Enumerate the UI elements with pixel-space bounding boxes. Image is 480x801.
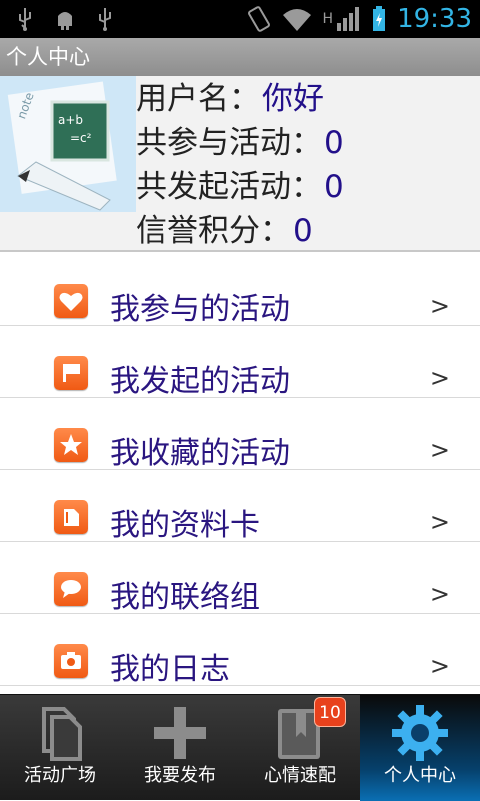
wifi-icon: [282, 9, 311, 31]
clock: 19:33: [397, 4, 472, 34]
joined-count-value: 0: [324, 125, 344, 161]
battery-charging-icon: [373, 6, 386, 31]
menu-item-label: 我发起的活动: [110, 364, 290, 399]
system-icons: H 19:33: [247, 4, 472, 34]
documents-icon: [42, 707, 82, 761]
signal-icon: [337, 7, 360, 31]
menu-item-label: 我的联络组: [110, 580, 260, 615]
initiated-count-row: 共发起活动：0: [136, 164, 344, 208]
initiated-count-value: 0: [324, 169, 344, 205]
menu-list: 我参与的活动 > 我发起的活动 > 我收藏的活动 > 我的资料卡 > 我的联络组…: [0, 254, 480, 687]
profile-info: 用户名：你好 共参与活动：0 共发起活动：0 信誉积分：0: [136, 76, 344, 252]
plus-icon: [154, 707, 206, 759]
network-type-label: H: [322, 11, 334, 27]
chevron-right-icon: >: [429, 580, 450, 608]
svg-text:a+b: a+b: [58, 113, 83, 127]
heart-icon: [54, 284, 88, 318]
usb-icon: [19, 8, 31, 31]
chevron-right-icon: >: [429, 292, 450, 320]
credit-score-row: 信誉积分：0: [136, 208, 344, 252]
chevron-right-icon: >: [429, 436, 450, 464]
tab-label: 活动广场: [24, 765, 96, 786]
notification-icons: [14, 6, 116, 32]
menu-item-favorite-activities[interactable]: 我收藏的活动 >: [0, 398, 480, 471]
joined-count-row: 共参与活动：0: [136, 120, 344, 164]
menu-item-label: 我收藏的活动: [110, 436, 290, 471]
username-row: 用户名：你好: [136, 76, 344, 120]
menu-item-label: 我的资料卡: [110, 508, 260, 543]
tab-mood-match[interactable]: 10 心情速配: [240, 695, 360, 801]
tab-activity-plaza[interactable]: 活动广场: [0, 695, 120, 801]
chevron-right-icon: >: [429, 508, 450, 536]
bottom-tab-bar: 活动广场 我要发布 10 心情速配 个人中心: [0, 694, 480, 801]
menu-item-initiated-activities[interactable]: 我发起的活动 >: [0, 326, 480, 399]
camera-icon: [54, 644, 88, 678]
chat-bubble-icon: [54, 572, 88, 606]
gear-icon: [392, 705, 448, 761]
menu-item-label: 我参与的活动: [110, 292, 290, 327]
tab-label: 心情速配: [264, 765, 336, 786]
username-label: 用户名：: [136, 81, 260, 117]
tab-label: 个人中心: [384, 765, 456, 786]
menu-item-profile-card[interactable]: 我的资料卡 >: [0, 470, 480, 543]
tab-personal-center[interactable]: 个人中心: [360, 695, 480, 801]
status-bar: H 19:33: [0, 0, 480, 38]
page-title: 个人中心: [0, 38, 480, 76]
chevron-right-icon: >: [429, 364, 450, 392]
svg-text:=c²: =c²: [70, 131, 92, 145]
chevron-right-icon: >: [429, 652, 450, 680]
avatar[interactable]: a+b =c² note: [0, 76, 136, 212]
menu-item-label: 我的日志: [110, 652, 230, 687]
menu-item-joined-activities[interactable]: 我参与的活动 >: [0, 254, 480, 327]
android-debug-icon: [58, 12, 72, 30]
credit-score-label: 信誉积分：: [136, 213, 291, 249]
credit-score-value: 0: [293, 213, 313, 249]
menu-item-journal[interactable]: 我的日志 >: [0, 614, 480, 687]
flag-icon: [54, 356, 88, 390]
notebook-pencil-icon: a+b =c² note: [0, 76, 136, 212]
menu-item-contact-groups[interactable]: 我的联络组 >: [0, 542, 480, 615]
card-icon: [54, 500, 88, 534]
joined-count-label: 共参与活动：: [136, 125, 322, 161]
username-value: 你好: [262, 81, 324, 117]
notification-badge: 10: [314, 697, 346, 727]
star-icon: [54, 428, 88, 462]
profile-section: a+b =c² note 用户名：你好 共参与活动：0 共发起活动：0 信誉积分…: [0, 76, 480, 252]
initiated-count-label: 共发起活动：: [136, 169, 322, 205]
usb-icon-2: [99, 8, 111, 31]
tab-label: 我要发布: [144, 765, 216, 786]
tab-publish[interactable]: 我要发布: [120, 695, 240, 801]
rotation-lock-icon: [247, 6, 270, 32]
